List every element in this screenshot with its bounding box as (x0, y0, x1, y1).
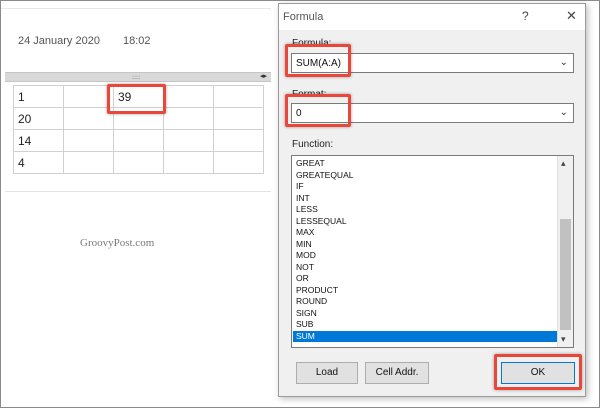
table-scroll-arrows-icon[interactable]: ◂▸ (260, 73, 267, 80)
table-cell[interactable] (163, 107, 214, 130)
format-field-highlight (285, 94, 351, 127)
function-item[interactable]: INT (293, 193, 557, 205)
table-cell[interactable] (63, 129, 114, 152)
header-rule (1, 8, 271, 9)
table-row: 4 (13, 151, 264, 174)
function-item[interactable]: OR (293, 273, 557, 285)
function-item[interactable]: IF (293, 181, 557, 193)
function-item[interactable]: ROUND (293, 296, 557, 308)
function-item[interactable]: SIGN (293, 308, 557, 320)
scroll-thumb[interactable] (560, 219, 571, 330)
function-item[interactable]: SUB (293, 319, 557, 331)
scroll-down-icon[interactable]: ▾ (561, 334, 566, 345)
watermark: GroovyPost.com (80, 237, 155, 249)
formula-field-highlight (285, 44, 351, 77)
table-cell[interactable] (113, 151, 164, 174)
chevron-down-icon[interactable]: ⌄ (560, 57, 568, 68)
table-cell[interactable]: 14 (13, 129, 64, 152)
table-cell[interactable]: 4 (13, 151, 64, 174)
result-cell-highlight (107, 84, 166, 114)
table-cell[interactable] (63, 151, 114, 174)
table-cell[interactable] (163, 151, 214, 174)
ok-button-highlight (494, 354, 582, 390)
close-icon[interactable]: ✕ (566, 8, 577, 24)
table-cell[interactable]: 20 (13, 107, 64, 130)
function-item[interactable]: GREATEQUAL (293, 170, 557, 182)
function-label: Function: (292, 139, 334, 150)
function-scrollbar[interactable]: ▴ ▾ (557, 156, 573, 347)
table-cell[interactable] (213, 107, 264, 130)
table-cell[interactable] (63, 85, 114, 108)
table-cell[interactable] (163, 85, 214, 108)
function-item[interactable]: MAX (293, 227, 557, 239)
function-item[interactable]: GREAT (293, 158, 557, 170)
dialog-titlebar: Formula ? ✕ (279, 4, 585, 30)
grip-icon[interactable]: :::: (132, 75, 140, 81)
cell-addr-button[interactable]: Cell Addr. (365, 362, 429, 384)
table-cell[interactable]: 1 (13, 85, 64, 108)
dialog-title: Formula (283, 11, 324, 23)
function-listbox[interactable]: GREAT GREATEQUAL IF INT LESS LESSEQUAL M… (291, 155, 574, 348)
note-date: 24 January 2020 (18, 35, 100, 47)
help-icon[interactable]: ? (522, 9, 529, 23)
table-cell[interactable] (163, 129, 214, 152)
scroll-up-icon[interactable]: ▴ (561, 158, 566, 169)
table-cell[interactable] (213, 85, 264, 108)
function-item[interactable]: LESS (293, 204, 557, 216)
table-cell[interactable] (113, 129, 164, 152)
table-cell[interactable] (63, 107, 114, 130)
function-item[interactable]: MOD (293, 250, 557, 262)
table-row: 14 (13, 129, 264, 152)
note-time: 18:02 (123, 35, 151, 47)
table-cell[interactable] (213, 151, 264, 174)
function-item[interactable]: LESSEQUAL (293, 216, 557, 228)
chevron-down-icon[interactable]: ⌄ (560, 107, 568, 118)
table-cell[interactable] (213, 129, 264, 152)
function-item[interactable]: NOT (293, 262, 557, 274)
function-item-selected[interactable]: SUM (293, 330, 557, 342)
function-item[interactable]: PRODUCT (293, 285, 557, 297)
table-bottom-rule (5, 191, 271, 192)
load-button[interactable]: Load (296, 362, 358, 384)
function-item[interactable]: MIN (293, 239, 557, 251)
